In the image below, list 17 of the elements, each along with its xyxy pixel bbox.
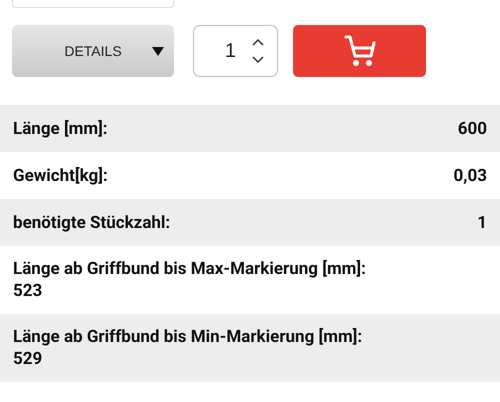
spec-value: 523 [13,280,42,302]
add-to-cart-button[interactable] [293,25,426,77]
spinner-icon[interactable] [252,38,264,64]
cart-icon [342,34,376,68]
quantity-field[interactable]: 1 [193,25,278,77]
spec-label: benötigte Stückzahl: [13,212,170,232]
spec-label: Gewicht[kg]: [13,166,108,186]
caret-icon [152,47,164,56]
spec-label: Länge [mm]: [13,118,108,138]
spec-label: Länge ab Griffbund bis Max-Markierung [mm]: [13,258,366,280]
spec-value: 529 [13,348,42,370]
input-field[interactable] [12,0,174,8]
spec-value: 1 [477,212,487,232]
spec-label: Länge ab Griffbund bis Min-Markierung [mm]: [13,326,362,348]
spec-value: 600 [458,118,487,138]
spec-value: 0,03 [454,166,487,186]
details-button[interactable]: DETAILS [12,25,174,77]
